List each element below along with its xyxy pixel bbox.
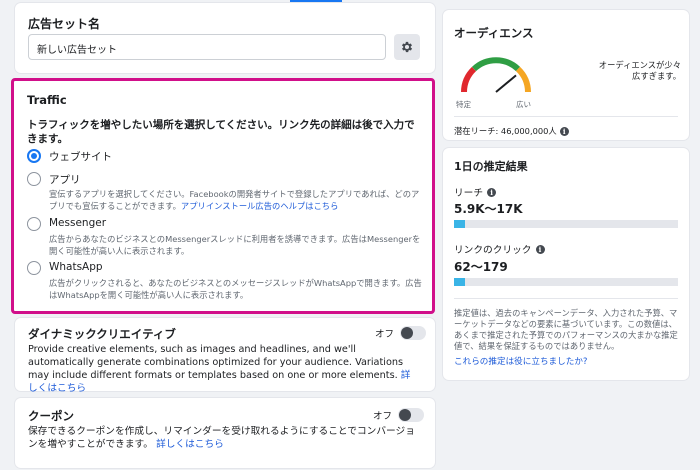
clicks-value: 62〜179 — [454, 260, 508, 274]
option-whatsapp-label: WhatsApp — [49, 261, 103, 273]
gauge-label-specific: 特定 — [456, 100, 471, 109]
info-icon[interactable]: i — [535, 244, 545, 254]
gauge-green-segment — [471, 57, 521, 72]
gauge-red-segment — [461, 66, 477, 93]
settings-button[interactable] — [394, 34, 420, 60]
coupon-toggle-label: オフ — [373, 411, 393, 422]
dynamic-creative-card: ダイナミッククリエイティブ オフ Provide creative elemen… — [15, 318, 435, 394]
audience-heading: オーディエンス — [454, 26, 534, 40]
traffic-heading: Traffic — [27, 93, 67, 107]
estimates-heading: 1日の推定結果 — [454, 160, 528, 173]
radio-app[interactable] — [27, 172, 41, 186]
audience-size-note: オーディエンスが少々広すぎます。 — [598, 60, 681, 81]
clicks-bar-fill — [454, 278, 466, 286]
audience-definition-card: オーディエンス 特定 広い オーディエンスが少々広すぎます。 潜在リーチ: 46… — [443, 10, 689, 140]
gauge-label-broad: 広い — [516, 100, 531, 109]
gauge-orange-segment — [515, 66, 531, 93]
info-icon[interactable]: i — [487, 187, 497, 197]
coupon-heading: クーポン — [28, 409, 74, 423]
gear-icon — [401, 41, 413, 53]
option-app-description: 宣伝するアプリを選択してください。Facebookの開発者サイトで登録したアプリ… — [49, 188, 427, 212]
app-install-help-link[interactable]: アプリインストール広告のヘルプはこちら — [181, 201, 338, 211]
clicks-label: リンクのクリック — [454, 245, 532, 256]
reach-label-row: リーチ i — [454, 185, 497, 199]
clicks-label-row: リンクのクリック i — [454, 242, 545, 256]
info-icon[interactable]: i — [559, 126, 569, 136]
dynamic-creative-toggle-group: オフ — [375, 326, 427, 340]
dynamic-creative-toggle[interactable] — [400, 326, 427, 340]
option-app-label: アプリ — [49, 174, 81, 186]
dynamic-creative-description: Provide creative elements, such as image… — [28, 343, 420, 395]
reach-bar — [454, 220, 678, 228]
dynamic-creative-text: Provide creative elements, such as image… — [28, 344, 404, 381]
audience-gauge — [461, 57, 531, 93]
reach-bar-fill — [454, 220, 466, 228]
clicks-bar — [454, 278, 678, 286]
coupon-toggle-group: オフ — [373, 408, 425, 422]
traffic-destination-card: Traffic トラフィックを増やしたい場所を選択してください。リンク先の詳細は… — [11, 78, 435, 314]
adset-name-title: 広告セット名 — [28, 17, 101, 31]
dynamic-creative-toggle-label: オフ — [375, 329, 395, 340]
reach-value: 5.9K〜17K — [454, 202, 523, 216]
daily-estimates-card: 1日の推定結果 リーチ i 5.9K〜17K リンクのクリック i 62〜179… — [443, 148, 689, 380]
coupon-description: 保存できるクーポンを作成し、リマインダーを受け取れるようにすることでコンバージョ… — [28, 425, 420, 451]
reach-label: リーチ — [454, 188, 484, 199]
option-messenger-description: 広告からあなたのビジネスとのMessengerスレッドに利用者を誘導できます。広… — [49, 234, 421, 256]
gauge-needle — [495, 74, 517, 93]
dynamic-creative-heading: ダイナミッククリエイティブ — [28, 327, 176, 341]
coupon-card: クーポン オフ 保存できるクーポンを作成し、リマインダーを受け取れるようにするこ… — [15, 398, 435, 468]
option-website-label: ウェブサイト — [49, 151, 112, 163]
audience-divider — [454, 116, 678, 117]
radio-website[interactable] — [27, 149, 41, 163]
adset-name-input[interactable]: 新しい広告セット — [28, 34, 386, 60]
estimates-feedback-link[interactable]: これらの推定は役に立ちましたか? — [454, 355, 587, 367]
coupon-toggle[interactable] — [398, 408, 425, 422]
estimates-divider — [454, 298, 678, 299]
radio-whatsapp[interactable] — [27, 261, 41, 275]
potential-reach-row: 潜在リーチ: 46,000,000人 i — [454, 125, 569, 137]
option-whatsapp-description: 広告がクリックされると、あなたのビジネスとのメッセージスレッドがWhatsApp… — [49, 278, 422, 300]
option-messenger-label: Messenger — [49, 217, 107, 229]
radio-messenger[interactable] — [27, 217, 41, 231]
traffic-description: トラフィックを増やしたい場所を選択してください。リンク先の詳細は後で入力できます… — [27, 119, 415, 145]
coupon-learn-more-link[interactable]: 詳しくはこちら — [156, 439, 224, 450]
potential-reach-text: 潜在リーチ: 46,000,000人 — [454, 126, 557, 136]
adset-name-card: 広告セット名 新しい広告セット — [15, 3, 435, 73]
estimates-disclaimer: 推定値は、過去のキャンペーンデータ、入力された予算、マーケットデータなどの要素に… — [454, 308, 678, 351]
